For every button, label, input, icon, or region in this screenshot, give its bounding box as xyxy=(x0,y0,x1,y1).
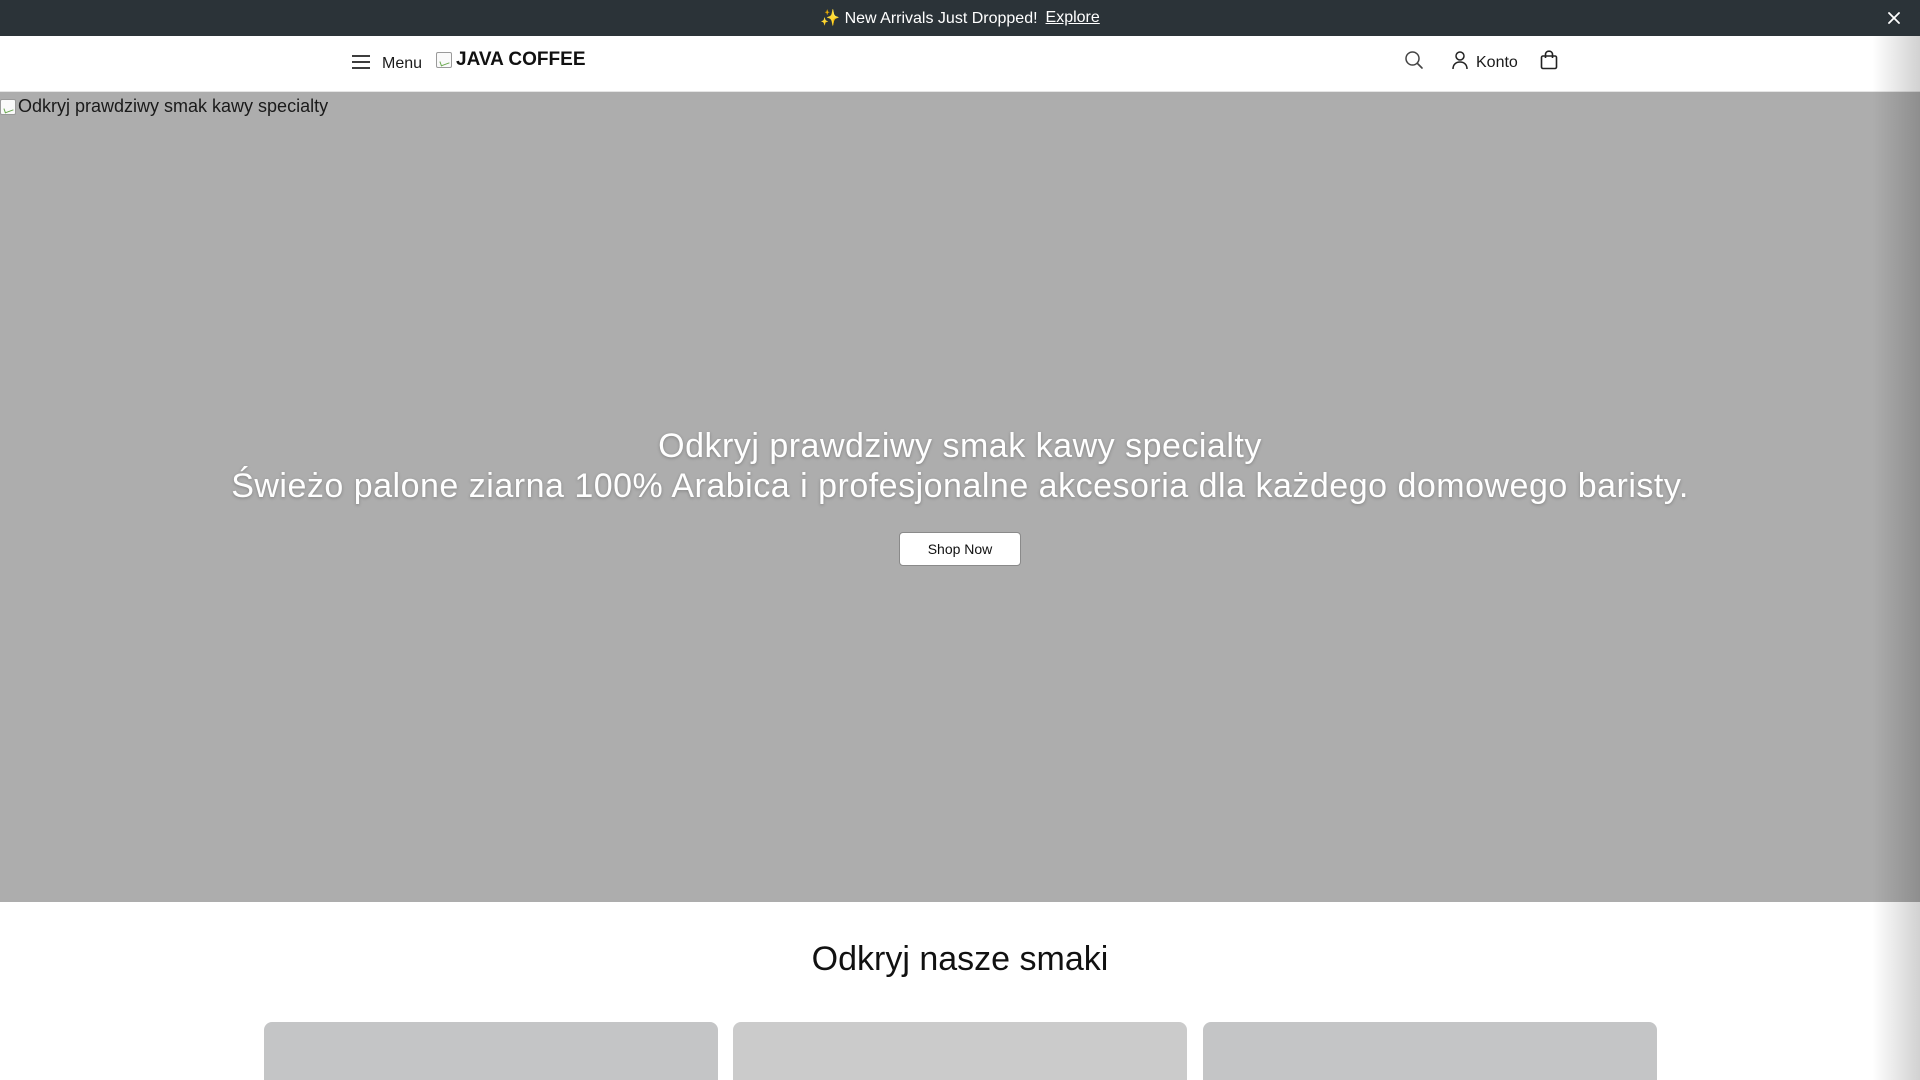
site-logo[interactable]: JAVA COFFEE xyxy=(436,48,586,72)
menu-label: Menu xyxy=(382,55,423,72)
broken-image-icon xyxy=(436,52,452,68)
hero-image-alt-text: Odkryj prawdziwy smak kawy specialty xyxy=(18,96,329,116)
product-card[interactable] xyxy=(1203,1022,1657,1080)
hero-subtitle: Świeżo palone ziarna 100% Arabica i prof… xyxy=(231,467,1689,505)
site-header: Menu JAVA COFFEE Konto xyxy=(0,36,1920,92)
hero-text: Odkryj prawdziwy smak kawy specialty Świ… xyxy=(0,426,1920,506)
user-icon xyxy=(1452,50,1468,75)
announcement-message: ✨ New Arrivals Just Dropped! xyxy=(820,10,1038,27)
account-link[interactable]: Konto xyxy=(1452,50,1518,75)
search-icon xyxy=(1404,50,1424,75)
account-label: Konto xyxy=(1476,53,1518,71)
explore-link[interactable]: Explore xyxy=(1046,9,1100,27)
product-card[interactable] xyxy=(733,1022,1187,1080)
hero-banner: Odkryj prawdziwy smak kawy specialty Odk… xyxy=(0,92,1920,902)
hero-title: Odkryj prawdziwy smak kawy specialty xyxy=(658,427,1262,465)
search-button[interactable] xyxy=(1404,50,1424,75)
hamburger-icon xyxy=(352,54,370,74)
hero-image-alt: Odkryj prawdziwy smak kawy specialty xyxy=(0,96,328,117)
page: ✨ New Arrivals Just Dropped! Explore Men… xyxy=(0,0,1920,1080)
cart-bag-icon xyxy=(1540,50,1558,75)
announcement-bar: ✨ New Arrivals Just Dropped! Explore xyxy=(0,0,1920,36)
close-icon[interactable] xyxy=(1884,8,1904,28)
cart-button[interactable] xyxy=(1540,50,1558,75)
section-title: Odkryj nasze smaki xyxy=(811,940,1109,978)
shop-now-button[interactable]: Shop Now xyxy=(899,532,1021,566)
logo-text: JAVA COFFEE xyxy=(456,49,586,70)
product-card[interactable] xyxy=(264,1022,718,1080)
broken-image-icon xyxy=(0,98,16,115)
menu-button[interactable]: Menu xyxy=(352,50,422,78)
